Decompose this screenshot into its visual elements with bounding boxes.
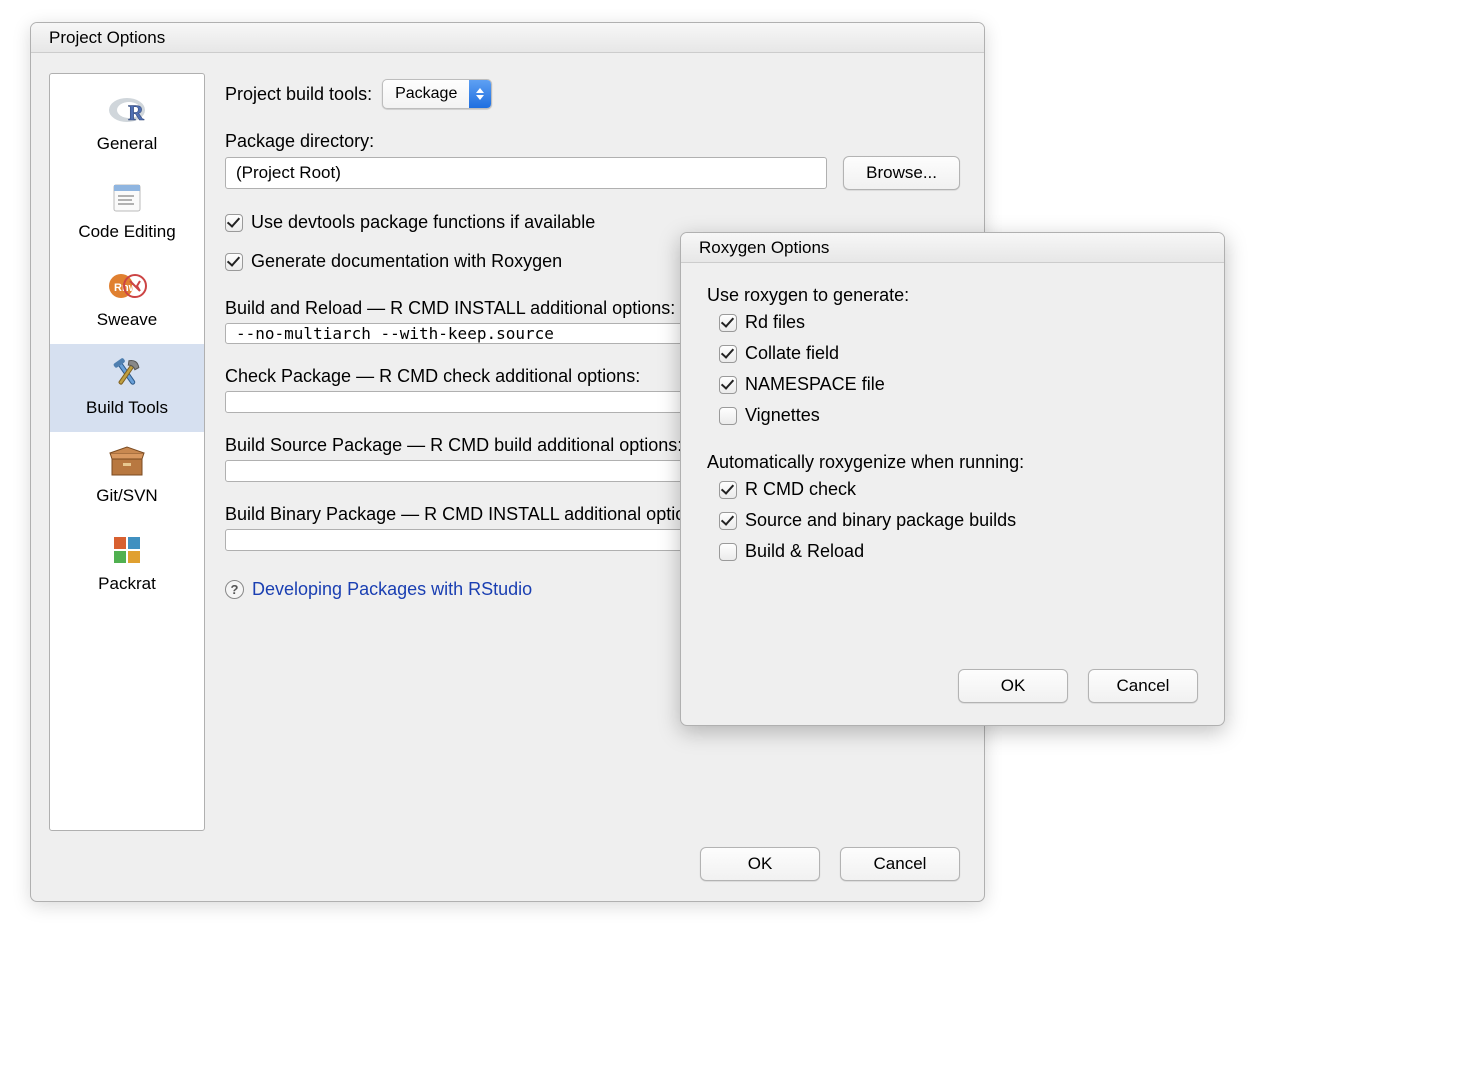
checkbox-icon (719, 345, 737, 363)
use-roxygen-label: Use roxygen to generate: (707, 285, 1198, 306)
tools-icon (107, 354, 147, 394)
use-devtools-checkbox-row[interactable]: Use devtools package functions if availa… (225, 212, 960, 233)
packrat-icon (107, 530, 147, 570)
package-directory-input[interactable] (225, 157, 827, 189)
sidebar-item-build-tools[interactable]: Build Tools (50, 344, 204, 432)
namespace-label: NAMESPACE file (745, 374, 885, 395)
checkbox-icon (225, 253, 243, 271)
rd-files-checkbox-row[interactable]: Rd files (719, 312, 1198, 333)
build-tools-select-value: Package (383, 80, 469, 108)
checkbox-icon (719, 376, 737, 394)
sidebar-item-label: Build Tools (86, 398, 168, 418)
sub-dialog-titlebar: Roxygen Options (681, 233, 1224, 263)
source-binary-label: Source and binary package builds (745, 510, 1016, 531)
sidebar-item-packrat[interactable]: Packrat (50, 520, 204, 608)
notepad-icon (107, 178, 147, 218)
sub-cancel-button[interactable]: Cancel (1088, 669, 1198, 703)
collate-checkbox-row[interactable]: Collate field (719, 343, 1198, 364)
checkbox-icon (719, 543, 737, 561)
auto-roxygenize-label: Automatically roxygenize when running: (707, 452, 1198, 473)
checkbox-icon (719, 314, 737, 332)
r-logo-icon: R (107, 90, 147, 130)
sidebar-item-label: Code Editing (78, 222, 175, 242)
sub-ok-button[interactable]: OK (958, 669, 1068, 703)
sidebar-item-label: General (97, 134, 157, 154)
browse-button[interactable]: Browse... (843, 156, 960, 190)
sidebar-item-sweave[interactable]: Rnw Sweave (50, 256, 204, 344)
sidebar-item-general[interactable]: R General (50, 80, 204, 168)
build-reload-checkbox-row[interactable]: Build & Reload (719, 541, 1198, 562)
rcmd-check-checkbox-row[interactable]: R CMD check (719, 479, 1198, 500)
collate-label: Collate field (745, 343, 839, 364)
help-icon: ? (225, 580, 244, 599)
sidebar-item-code-editing[interactable]: Code Editing (50, 168, 204, 256)
svg-text:R: R (128, 100, 145, 125)
dialog-titlebar: Project Options (31, 23, 984, 53)
build-tools-label: Project build tools: (225, 84, 372, 105)
roxygen-options-dialog: Roxygen Options Use roxygen to generate:… (680, 232, 1225, 726)
sidebar-item-label: Sweave (97, 310, 157, 330)
help-link-text: Developing Packages with RStudio (252, 579, 532, 600)
checkbox-icon (225, 214, 243, 232)
sidebar-item-git-svn[interactable]: Git/SVN (50, 432, 204, 520)
build-tools-select[interactable]: Package (382, 79, 492, 109)
checkbox-icon (719, 407, 737, 425)
build-reload-label2: Build & Reload (745, 541, 864, 562)
use-devtools-label: Use devtools package functions if availa… (251, 212, 595, 233)
vignettes-label: Vignettes (745, 405, 820, 426)
dialog-title: Project Options (49, 28, 165, 48)
checkbox-icon (719, 481, 737, 499)
box-icon (107, 442, 147, 482)
package-directory-label: Package directory: (225, 131, 960, 152)
chevron-up-down-icon (469, 80, 491, 108)
sub-dialog-title: Roxygen Options (699, 238, 829, 258)
rcmd-check-label: R CMD check (745, 479, 856, 500)
namespace-checkbox-row[interactable]: NAMESPACE file (719, 374, 1198, 395)
vignettes-checkbox-row[interactable]: Vignettes (719, 405, 1198, 426)
ok-button[interactable]: OK (700, 847, 820, 881)
sidebar-item-label: Git/SVN (96, 486, 157, 506)
options-sidebar: R General Code Editing (49, 73, 205, 831)
generate-docs-label: Generate documentation with Roxygen (251, 251, 562, 272)
rd-files-label: Rd files (745, 312, 805, 333)
checkbox-icon (719, 512, 737, 530)
cancel-button[interactable]: Cancel (840, 847, 960, 881)
sidebar-item-label: Packrat (98, 574, 156, 594)
sweave-icon: Rnw (107, 266, 147, 306)
source-binary-checkbox-row[interactable]: Source and binary package builds (719, 510, 1198, 531)
